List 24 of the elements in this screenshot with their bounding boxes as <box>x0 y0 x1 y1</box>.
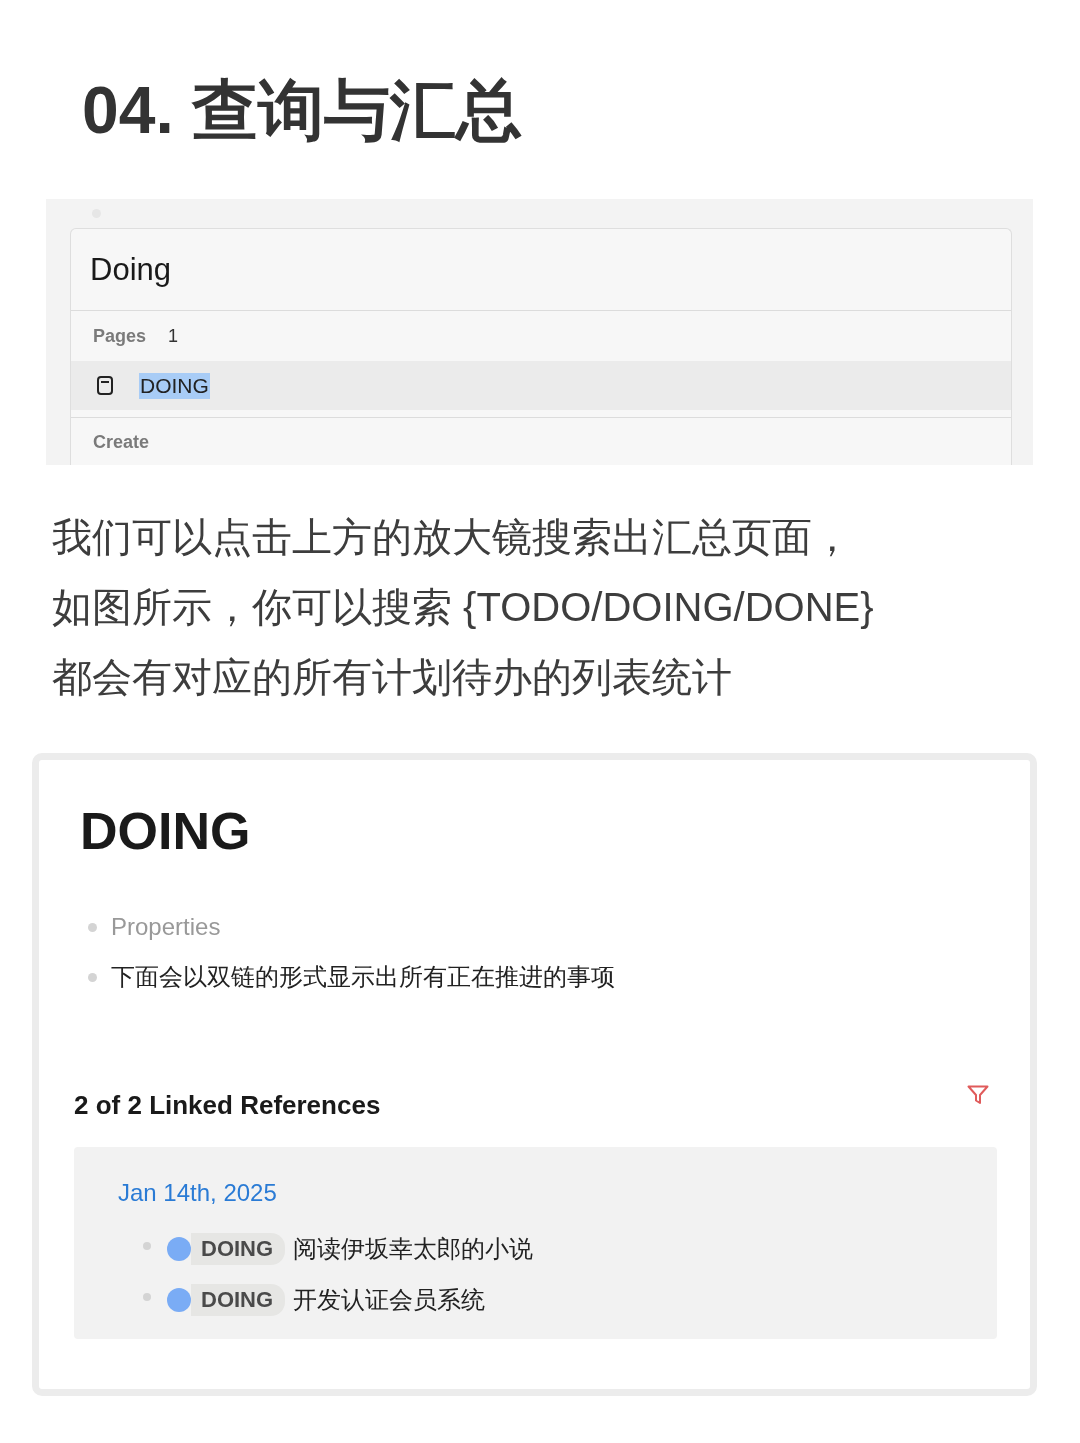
group-label: Pages <box>93 325 147 347</box>
block-text: 下面会以双链的形式显示出所有正在推进的事项 <box>111 962 615 992</box>
description-paragraph: 我们可以点击上方的放大镜搜索出汇总页面， 如图所示，你可以搜索 {TODO/DOING/DONE} 都会有对应的所有计划待办的列表统计 <box>52 514 875 701</box>
page-icon <box>97 376 113 395</box>
task-text: 阅读伊坂幸太郎的小说 <box>293 1233 534 1264</box>
bullet-icon <box>143 1241 151 1250</box>
filter-icon[interactable] <box>967 1084 989 1105</box>
page-title: DOING <box>80 801 252 862</box>
date-link[interactable]: Jan 14th, 2025 <box>118 1177 277 1209</box>
bullet-icon <box>88 922 97 932</box>
search-result[interactable]: DOING <box>71 361 1011 410</box>
task-text: 开发认证会员系统 <box>293 1284 486 1315</box>
task-marker: DOING <box>191 1283 286 1316</box>
result-count: 1 <box>168 325 179 347</box>
create-label[interactable]: Create <box>93 432 150 452</box>
article-heading: 04. 查询与汇总 <box>82 72 523 149</box>
properties-label: Properties <box>111 913 221 941</box>
linked-references-title: 2 of 2 Linked References <box>74 1090 381 1121</box>
status-dot-icon[interactable] <box>167 1236 191 1261</box>
bullet-icon <box>143 1292 151 1301</box>
task-marker: DOING <box>191 1232 286 1265</box>
search-field[interactable]: Doing <box>71 229 1011 311</box>
status-dot-icon[interactable] <box>167 1287 191 1312</box>
bullet-icon <box>88 972 97 982</box>
